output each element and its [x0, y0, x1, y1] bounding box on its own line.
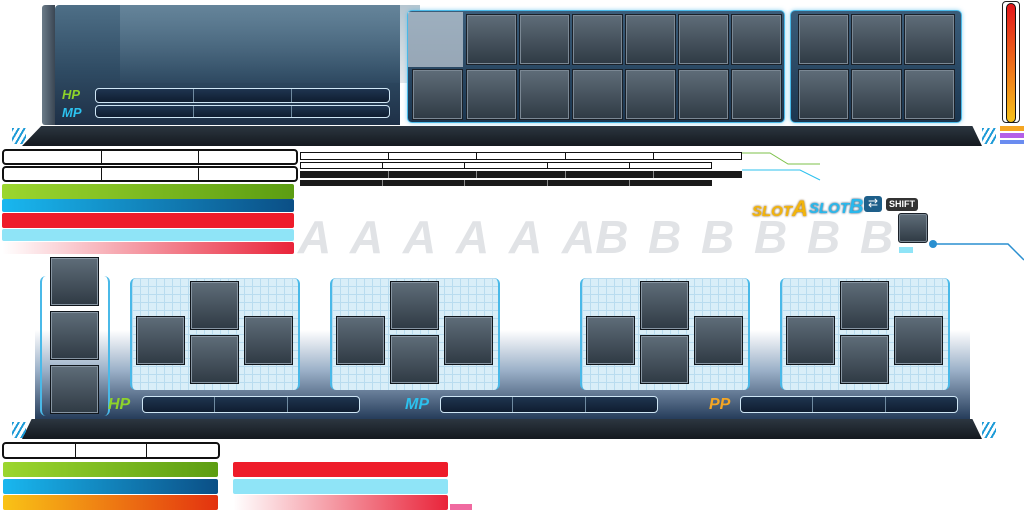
stripe-decoration: [12, 128, 26, 144]
slot-assignment-letter: B: [701, 211, 735, 263]
stripe-decoration: [12, 422, 26, 438]
slot-assignment-letter: AB: [562, 211, 629, 263]
slot-assignment-letter: A: [456, 211, 490, 263]
small-skill-slot[interactable]: [898, 213, 928, 243]
dpad-slot-down[interactable]: [190, 335, 239, 384]
thin-frame: [300, 152, 742, 160]
dpad-slot-up[interactable]: [190, 281, 239, 330]
dpad-slot-down[interactable]: [390, 335, 439, 384]
thin-frame: [300, 162, 712, 169]
skill-slot[interactable]: [851, 69, 902, 120]
small-indicator: [899, 247, 913, 253]
skill-slot[interactable]: [412, 69, 463, 120]
vertical-gauge: [1006, 3, 1016, 123]
frame-box: [2, 442, 220, 459]
quick-slot[interactable]: [50, 365, 99, 414]
quick-slot[interactable]: [50, 257, 99, 306]
top-hp-label: HP: [62, 87, 81, 102]
bar-red: [233, 462, 448, 477]
gradient-bar-green: [2, 184, 294, 199]
dpad-slot-right[interactable]: [694, 316, 743, 365]
slot-placeholder: [408, 12, 463, 67]
dpad-slot-up[interactable]: [840, 281, 889, 330]
frame-box: [2, 149, 298, 165]
slot-assignment-letter: A: [350, 211, 384, 263]
swatch-orange: [1000, 126, 1024, 131]
skill-slot[interactable]: [904, 14, 955, 65]
dpad-slot-left[interactable]: [786, 316, 835, 365]
stripe-decoration: [982, 422, 996, 438]
gradient-bar-blue: [3, 479, 218, 494]
stripe-decoration: [982, 128, 996, 144]
bar-lightblue: [2, 229, 294, 241]
dpad-slot-right[interactable]: [894, 316, 943, 365]
skill-slot[interactable]: [798, 69, 849, 120]
skill-slot[interactable]: [798, 14, 849, 65]
slot-assignment-letter: B: [754, 211, 788, 263]
skill-slot[interactable]: [904, 69, 955, 120]
top-hud-highlight: [120, 5, 420, 83]
skill-slot[interactable]: [519, 69, 570, 120]
dpad-slot-left[interactable]: [136, 316, 185, 365]
gradient-bar-orange: [3, 495, 218, 510]
bottom-mp-bar: [440, 396, 658, 413]
slot-assignment-letter: B: [860, 211, 894, 263]
bar-red: [2, 213, 294, 228]
skill-slot[interactable]: [572, 14, 623, 65]
dpad-slot-up[interactable]: [390, 281, 439, 330]
skill-slot[interactable]: [466, 14, 517, 65]
frame-box: [2, 166, 298, 182]
skill-slot[interactable]: [731, 69, 782, 120]
skill-slot[interactable]: [519, 14, 570, 65]
hud-handle: [42, 5, 55, 125]
swatch-pink: [450, 504, 472, 510]
skill-slot[interactable]: [678, 14, 729, 65]
skill-slot[interactable]: [625, 14, 676, 65]
connector-line: [929, 240, 1024, 261]
dpad-slot-left[interactable]: [336, 316, 385, 365]
slot-assignment-letter: A: [298, 211, 332, 263]
connector-lines: [742, 152, 821, 181]
skill-slot[interactable]: [572, 69, 623, 120]
quick-slot[interactable]: [50, 311, 99, 360]
top-hud-base: [22, 126, 982, 146]
slot-assignment-letter: A: [403, 211, 437, 263]
swatch-blue: [1000, 140, 1024, 144]
slot-assignment-letter: A: [509, 211, 543, 263]
dpad-slot-right[interactable]: [244, 316, 293, 365]
swatch-purple: [1000, 133, 1024, 138]
skill-slot[interactable]: [625, 69, 676, 120]
bottom-mp-label: MP: [405, 396, 429, 413]
bottom-hud-base: [22, 419, 982, 439]
bottom-pp-label: PP: [709, 396, 731, 413]
dpad-slot-right[interactable]: [444, 316, 493, 365]
skill-slot[interactable]: [731, 14, 782, 65]
dpad-slot-left[interactable]: [586, 316, 635, 365]
slot-assignment-letter: B: [648, 211, 682, 263]
skill-slot[interactable]: [851, 14, 902, 65]
top-mp-bar: [95, 105, 390, 118]
bar-lightblue: [233, 479, 448, 494]
gradient-bar-green: [3, 462, 218, 477]
top-hp-bar: [95, 88, 390, 103]
skill-slot[interactable]: [466, 69, 517, 120]
dark-strip: [300, 171, 742, 178]
bar-fade: [2, 242, 294, 254]
dpad-slot-down[interactable]: [840, 335, 889, 384]
skill-slot[interactable]: [678, 69, 729, 120]
top-mp-label: MP: [62, 105, 82, 120]
dpad-slot-up[interactable]: [640, 281, 689, 330]
bottom-hp-label: HP: [108, 396, 131, 413]
bar-fade: [233, 495, 448, 510]
dpad-slot-down[interactable]: [640, 335, 689, 384]
slot-assignment-letter: B: [807, 211, 841, 263]
bottom-hp-bar: [142, 396, 360, 413]
dark-strip: [300, 180, 712, 186]
bottom-pp-bar: [740, 396, 958, 413]
gradient-bar-blue: [2, 199, 294, 212]
